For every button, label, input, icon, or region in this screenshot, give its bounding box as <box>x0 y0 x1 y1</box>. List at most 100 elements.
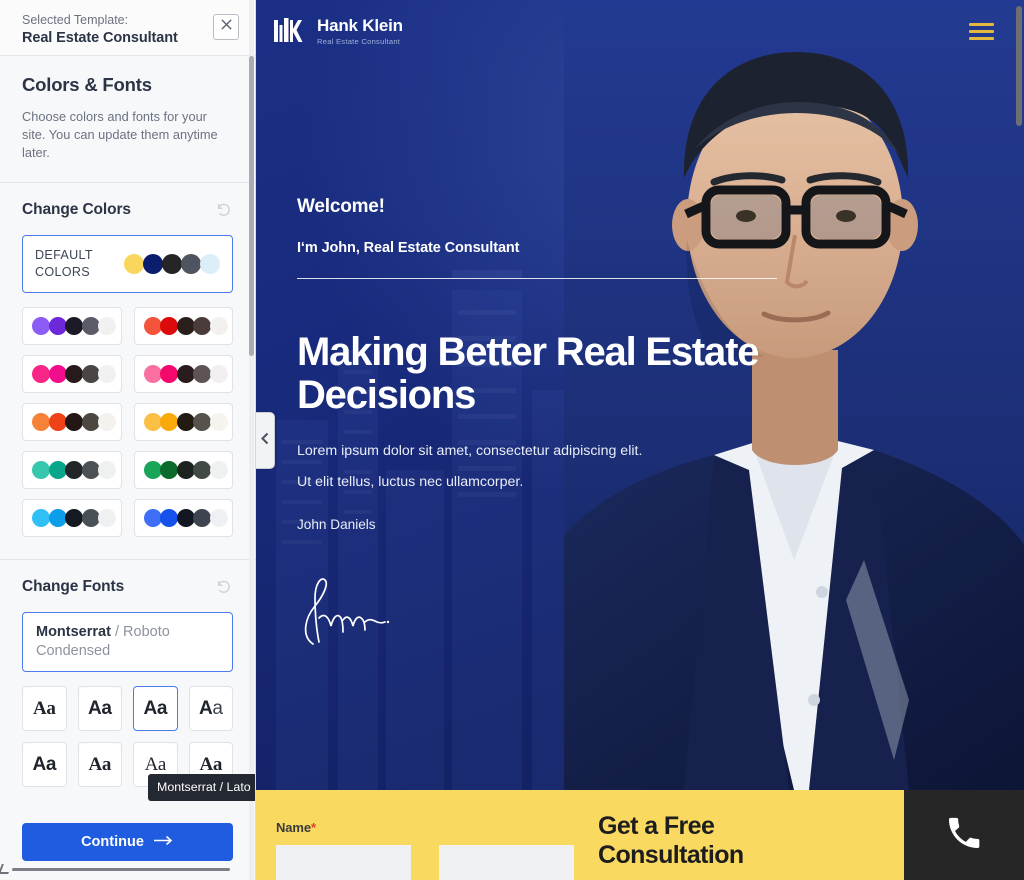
palette-option[interactable] <box>22 451 122 489</box>
close-icon <box>220 18 233 36</box>
continue-button[interactable]: Continue <box>22 823 233 861</box>
font-tiles-grid: Aa Aa Aa Aa Aa Aa Aa Aa <box>22 686 233 787</box>
color-dot-0 <box>32 509 50 527</box>
preview-vertical-scrollbar[interactable] <box>1016 6 1022 874</box>
panel-horizontal-scrollbar[interactable] <box>0 864 255 874</box>
selected-font-pair-card[interactable]: Montserrat / Roboto Condensed <box>22 612 233 672</box>
font-pair-heading: Montserrat <box>36 624 111 640</box>
cta-title-line2: Consultation <box>598 841 744 869</box>
palette-dots <box>143 413 228 431</box>
reset-colors-icon[interactable] <box>215 201 233 219</box>
color-dot-0 <box>143 317 162 335</box>
hero-subtitle: I‘m John, Real Estate Consultant <box>297 240 520 256</box>
brand-text: Hank Klein Real Estate Consultant <box>317 17 403 46</box>
color-dot-0 <box>143 365 162 383</box>
palette-option[interactable] <box>22 355 122 393</box>
color-dot-4 <box>209 461 228 479</box>
font-tile-3[interactable]: Aa <box>188 686 233 731</box>
page-description: Choose colors and fonts for your site. Y… <box>22 109 218 160</box>
brand-logo[interactable]: Hank Klein Real Estate Consultant <box>274 17 403 46</box>
color-dot-3 <box>81 461 100 479</box>
color-dot-3 <box>193 413 211 431</box>
hero-welcome: Welcome! <box>297 196 385 217</box>
hamburger-menu-icon[interactable] <box>969 23 994 40</box>
change-fonts-section: Change Fonts Montserrat / Roboto Condens… <box>0 560 255 809</box>
palette-option[interactable] <box>22 403 122 441</box>
name-label-text: Name <box>276 820 312 835</box>
font-tile-4[interactable]: Aa <box>22 742 67 787</box>
color-dot-4 <box>98 365 116 383</box>
change-fonts-title: Change Fonts <box>22 578 125 595</box>
reset-fonts-icon[interactable] <box>215 578 233 596</box>
collapse-panel-handle[interactable] <box>256 412 275 469</box>
color-dot-1 <box>160 461 178 479</box>
font-pair-separator: / <box>110 624 124 640</box>
palette-dots <box>32 413 116 431</box>
color-dot-4 <box>200 254 220 274</box>
color-dot-4 <box>209 413 228 431</box>
page-title: Colors & Fonts <box>22 74 152 95</box>
font-tile-0[interactable]: Aa <box>22 686 67 731</box>
palette-dots <box>32 365 116 383</box>
hero-author: John Daniels <box>297 517 376 532</box>
font-sample-text: Aa <box>88 753 112 775</box>
color-dot-0 <box>143 413 162 431</box>
palette-default-colors[interactable]: DEFAULT COLORS <box>22 235 233 293</box>
color-dot-0 <box>32 461 50 479</box>
color-dot-2 <box>65 317 83 335</box>
default-colors-dots <box>124 254 220 274</box>
last-name-input[interactable] <box>439 845 574 880</box>
color-dot-3 <box>193 461 211 479</box>
palette-option[interactable] <box>22 499 122 537</box>
cta-title-line1: Get a Free <box>598 812 715 840</box>
color-dot-1 <box>160 509 178 527</box>
site-preview: Hank Klein Real Estate Consultant Welcom… <box>256 0 1024 880</box>
panel-vertical-scrollbar[interactable] <box>249 0 254 880</box>
selected-font-pair-label: Montserrat / Roboto Condensed <box>36 623 219 661</box>
template-info: Selected Template: Real Estate Consultan… <box>22 12 178 48</box>
font-tile-5[interactable]: Aa <box>77 742 122 787</box>
palette-option[interactable] <box>133 451 233 489</box>
palette-option[interactable] <box>133 355 233 393</box>
hero-divider <box>297 278 777 279</box>
color-dot-2 <box>162 254 182 274</box>
required-asterisk: * <box>311 820 316 835</box>
color-dot-1 <box>48 413 67 431</box>
color-dot-4 <box>209 509 228 527</box>
color-dot-1 <box>160 317 178 335</box>
color-dot-0 <box>124 254 144 274</box>
font-sample-text: Aa <box>32 753 57 775</box>
color-dot-3 <box>81 509 100 527</box>
brand-name: Hank Klein <box>317 16 403 35</box>
first-name-input[interactable] <box>276 845 411 880</box>
font-sample-text: Aa <box>143 697 168 719</box>
continue-wrap: Continue <box>0 809 255 861</box>
color-dot-3 <box>193 365 211 383</box>
palette-option[interactable] <box>22 307 122 345</box>
cta-consultation-bar: Name* Get a Free Consultation <box>256 790 904 880</box>
change-fonts-header: Change Fonts <box>22 578 233 596</box>
color-dot-0 <box>32 413 50 431</box>
phone-cta-block[interactable] <box>904 790 1024 880</box>
name-label: Name* <box>276 820 574 835</box>
palette-option[interactable] <box>133 499 233 537</box>
selected-template-name: Real Estate Consultant <box>22 30 178 46</box>
color-dot-2 <box>176 509 195 527</box>
font-tile-1[interactable]: Aa <box>77 686 122 731</box>
color-dot-4 <box>98 461 116 479</box>
hero-content: Welcome! I‘m John, Real Estate Consultan… <box>297 196 777 657</box>
font-tile-2[interactable]: Aa <box>133 686 178 731</box>
font-pair-tooltip: Montserrat / Lato <box>148 774 255 801</box>
intro-block: Colors & Fonts Choose colors and fonts f… <box>0 56 255 183</box>
close-button[interactable] <box>213 14 239 40</box>
cta-form: Name* <box>276 820 574 880</box>
color-dot-2 <box>65 461 83 479</box>
palette-option[interactable] <box>133 403 233 441</box>
color-dot-1 <box>48 509 67 527</box>
font-sample-text: Aa <box>199 753 223 775</box>
color-dot-1 <box>48 365 67 383</box>
palette-dots <box>32 509 116 527</box>
continue-label: Continue <box>81 834 144 850</box>
font-sample-text: Aa <box>33 697 56 719</box>
palette-option[interactable] <box>133 307 233 345</box>
